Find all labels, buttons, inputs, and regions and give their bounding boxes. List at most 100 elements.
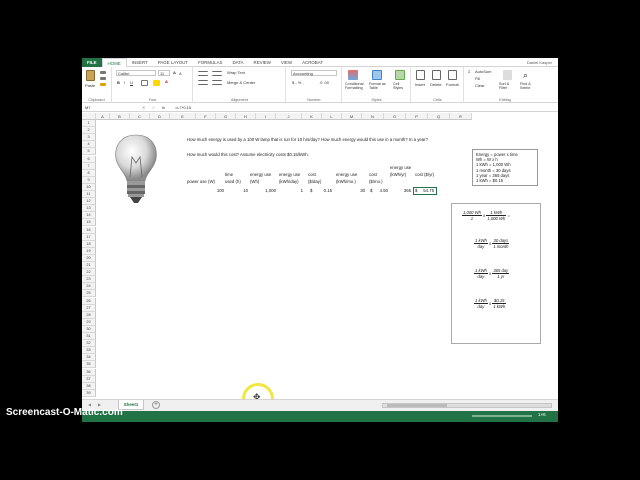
row-header-7[interactable]: 7 [82, 162, 96, 170]
horizontal-scrollbar[interactable] [382, 403, 552, 408]
indent-icon[interactable] [212, 80, 222, 85]
conditional-formatting-button[interactable]: Conditional Formatting [345, 82, 367, 90]
user-name[interactable]: Daniel Kasper [527, 58, 552, 67]
value-cost-day[interactable]: 0.15 [318, 188, 332, 194]
row-header-18[interactable]: 18 [82, 240, 96, 248]
row-header-6[interactable]: 6 [82, 155, 96, 163]
tab-acrobat[interactable]: ACROBAT [297, 58, 328, 67]
tab-insert[interactable]: INSERT [127, 58, 153, 67]
column-header-e[interactable]: E [170, 113, 196, 120]
font-name-select[interactable]: Calibri [116, 70, 156, 76]
row-header-28[interactable]: 28 [82, 311, 96, 319]
font-size-select[interactable]: 11 [158, 70, 170, 76]
row-header-21[interactable]: 21 [82, 262, 96, 270]
underline-button[interactable]: U [130, 80, 133, 85]
row-header-26[interactable]: 26 [82, 297, 96, 305]
format-as-table-button[interactable]: Format as Table [369, 82, 389, 90]
row-header-33[interactable]: 33 [82, 347, 96, 355]
clear-button[interactable]: Clear [475, 83, 485, 88]
find-select-button[interactable]: Find & Select [520, 82, 538, 90]
find-select-icon[interactable]: ⌕ [523, 70, 528, 81]
conversion-box[interactable]: 1,000 Wh 1 x 1 kWh 1,000 Wh = 1 kWh day x 3… [451, 203, 541, 344]
conditional-formatting-icon[interactable] [348, 70, 358, 80]
orientation-icon[interactable] [212, 71, 222, 76]
column-header-i[interactable]: I [256, 113, 276, 120]
column-header-a[interactable]: A [96, 113, 110, 120]
header-cost-mo[interactable]: cost ($/mo.) [369, 171, 389, 185]
row-header-34[interactable]: 34 [82, 354, 96, 362]
add-sheet-icon[interactable]: + [152, 401, 160, 409]
column-header-q[interactable]: Q [428, 113, 450, 120]
row-header-36[interactable]: 36 [82, 368, 96, 376]
enter-icon[interactable]: ✓ [152, 105, 155, 110]
row-header-4[interactable]: 4 [82, 141, 96, 149]
align-left-icon[interactable] [198, 80, 208, 85]
cancel-icon[interactable]: ✕ [142, 105, 145, 110]
column-header-f[interactable]: F [196, 113, 216, 120]
header-energy-wh[interactable]: energy use (Wh) [250, 171, 274, 185]
row-header-11[interactable]: 11 [82, 191, 96, 199]
row-header-5[interactable]: 5 [82, 148, 96, 156]
tab-view[interactable]: VIEW [276, 58, 297, 67]
value-energy-kwh-mo[interactable]: 30 [347, 188, 365, 194]
row-header-2[interactable]: 2 [82, 127, 96, 135]
column-header-m[interactable]: M [342, 113, 362, 120]
header-cost-yr[interactable]: cost ($/yr) [415, 171, 435, 178]
fill-color-icon[interactable] [153, 80, 160, 86]
row-header-29[interactable]: 29 [82, 318, 96, 326]
bold-button[interactable]: B [117, 80, 120, 85]
fill-button[interactable]: Fill [475, 76, 480, 81]
zoom-slider[interactable] [472, 415, 532, 417]
value-cost-yr[interactable]: 54.75 [420, 188, 434, 194]
row-header-15[interactable]: 15 [82, 219, 96, 227]
header-power-use[interactable]: power use (W) [187, 179, 215, 185]
column-header-h[interactable]: H [236, 113, 256, 120]
row-header-9[interactable]: 9 [82, 176, 96, 184]
column-header-l[interactable]: L [322, 113, 342, 120]
row-header-12[interactable]: 12 [82, 198, 96, 206]
copy-icon[interactable] [100, 77, 106, 80]
column-header-b[interactable]: B [110, 113, 130, 120]
cut-icon[interactable] [100, 71, 106, 74]
tab-formulas[interactable]: FORMULAS [193, 58, 227, 67]
row-header-30[interactable]: 30 [82, 325, 96, 333]
selected-cell-m7[interactable]: $ 54.75 [413, 187, 437, 195]
row-header-39[interactable]: 39 [82, 389, 96, 397]
tab-data[interactable]: DATA [227, 58, 248, 67]
insert-button[interactable]: Insert [415, 82, 425, 87]
tab-page-layout[interactable]: PAGE LAYOUT [153, 58, 193, 67]
row-header-31[interactable]: 31 [82, 333, 96, 341]
zoom-level[interactable]: 1×6 [538, 412, 546, 417]
question-1[interactable]: How much energy is used by a 100 W lamp … [187, 137, 428, 143]
paste-icon[interactable] [86, 70, 95, 81]
select-all-corner[interactable] [82, 113, 96, 120]
formula-input[interactable]: =L7*0.15 [174, 105, 554, 111]
header-energy-kwh-mo[interactable]: energy use (kWh/mo.) [336, 171, 364, 185]
tab-home[interactable]: HOME [101, 58, 127, 67]
row-header-19[interactable]: 19 [82, 247, 96, 255]
align-top-icon[interactable] [198, 71, 208, 76]
row-header-13[interactable]: 13 [82, 205, 96, 213]
autosum-button[interactable]: AutoSum [475, 69, 491, 74]
autosum-icon[interactable]: Σ [468, 69, 470, 74]
row-header-24[interactable]: 24 [82, 283, 96, 291]
question-2[interactable]: How much would this cost? Assume electri… [187, 152, 309, 158]
format-cells-icon[interactable] [448, 70, 457, 80]
row-header-35[interactable]: 35 [82, 361, 96, 369]
format-button[interactable]: Format [446, 82, 459, 87]
header-energy-kwh-yr[interactable]: energy use (kWh/yr) [390, 164, 412, 178]
insert-cells-icon[interactable] [416, 70, 425, 80]
name-box[interactable]: M7 [84, 105, 124, 111]
cell-styles-button[interactable]: Cell Styles [393, 82, 409, 90]
value-cost-mo[interactable]: 4.50 [376, 188, 388, 194]
row-header-32[interactable]: 32 [82, 340, 96, 348]
row-header-1[interactable]: 1 [82, 120, 96, 128]
format-painter-icon[interactable] [100, 83, 106, 86]
row-header-17[interactable]: 17 [82, 233, 96, 241]
borders-icon[interactable] [141, 80, 148, 86]
column-header-r[interactable]: R [450, 113, 472, 120]
cell-styles-icon[interactable] [395, 70, 405, 80]
header-cost-day[interactable]: cost ($/day) [308, 171, 328, 185]
sort-filter-icon[interactable] [503, 70, 512, 80]
grow-font-icon[interactable]: A [173, 70, 176, 75]
